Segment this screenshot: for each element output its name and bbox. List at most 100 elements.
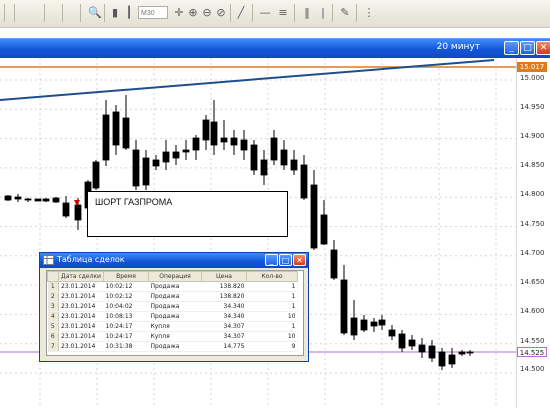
crosshair-icon[interactable]: ✛ <box>172 6 186 20</box>
trades-maximize-button[interactable]: □ <box>279 254 292 266</box>
trend-line <box>0 59 495 101</box>
toolbar: 🔍 ▮ ┃ M30 ✛ ⊕ ⊖ ⊘ ╱ — ≡ ‖ | ✎ ⋮ <box>0 0 550 28</box>
table-row[interactable]: 5 23.01.2014 10:24:17 Купля 34.307 1 <box>47 321 298 332</box>
table-cell-n: 5 <box>47 321 59 332</box>
table-cell-price: 138.820 <box>201 281 247 292</box>
price-label: 14.950 <box>520 103 545 111</box>
candle-body <box>270 137 278 161</box>
candle-body <box>34 198 42 202</box>
table-cell-date: 23.01.2014 <box>58 321 104 332</box>
candle-body <box>192 137 200 151</box>
toolbar-separator <box>252 4 253 22</box>
bar-chart-icon[interactable]: ▮ <box>108 6 122 20</box>
table-cell-date: 23.01.2014 <box>58 341 104 352</box>
table-row[interactable]: 2 23.01.2014 10:02:12 Продажа 138.820 1 <box>47 291 298 302</box>
current-price-badge: 14.525 <box>517 347 547 357</box>
candle-body <box>4 195 12 201</box>
annotation-box[interactable]: ШОРТ ГАЗПРОМА <box>87 191 288 237</box>
zoom-select[interactable]: M30 <box>138 6 168 19</box>
candle-body <box>398 333 406 349</box>
toolbar-separator <box>62 4 63 22</box>
table-row[interactable]: 6 23.01.2014 10:24:17 Купля 34.307 10 <box>47 331 298 342</box>
candle-body <box>240 139 248 151</box>
column-header[interactable] <box>47 271 59 282</box>
candle-body <box>182 149 190 153</box>
zoom-in-icon[interactable]: ⊕ <box>186 6 200 20</box>
column-header[interactable]: Время <box>103 271 149 282</box>
table-cell-qty: 9 <box>246 341 298 352</box>
draw-icon[interactable]: ✎ <box>338 6 352 20</box>
candle-body <box>330 249 338 279</box>
table-row[interactable]: 4 23.01.2014 10:08:13 Продажа 34.340 10 <box>47 311 298 322</box>
close-button[interactable]: ✕ <box>536 41 550 55</box>
window-title: 20 минут <box>436 42 480 52</box>
candle-body <box>112 111 120 146</box>
table-cell-n: 2 <box>47 291 59 302</box>
trades-close-button[interactable]: ✕ <box>293 254 306 266</box>
candle-body <box>438 351 446 367</box>
table-cell-op: Продажа <box>148 301 202 312</box>
table-row[interactable]: 3 23.01.2014 10:04:02 Продажа 34.340 1 <box>47 301 298 312</box>
candle-body <box>42 198 50 202</box>
search-icon[interactable]: 🔍 <box>88 6 102 20</box>
table-row[interactable]: 1 23.01.2014 10:02:12 Продажа 138.820 1 <box>47 281 298 292</box>
trades-window-titlebar[interactable]: Таблица сделок _ □ ✕ <box>40 253 308 268</box>
horizontal-line-icon[interactable]: — <box>258 6 272 20</box>
column-header[interactable]: Дата сделки <box>58 271 104 282</box>
table-cell-time: 10:08:13 <box>103 311 149 322</box>
table-cell-time: 10:02:12 <box>103 281 149 292</box>
candle-body <box>320 214 328 245</box>
price-label: 14.900 <box>520 132 545 140</box>
price-label: 15.000 <box>520 74 545 82</box>
table-cell-n: 3 <box>47 301 59 312</box>
column-header[interactable]: Кол-во <box>246 271 298 282</box>
trades-window[interactable]: Таблица сделок _ □ ✕ Дата сделки Время О… <box>39 252 309 362</box>
candle-body <box>202 119 210 141</box>
table-cell-date: 23.01.2014 <box>58 331 104 342</box>
table-cell-time: 10:24:17 <box>103 321 149 332</box>
candles-icon[interactable]: ┃ <box>122 6 136 20</box>
candle-body <box>220 137 228 143</box>
text-tool-icon[interactable]: ⋮ <box>362 6 376 20</box>
candle-body <box>340 279 348 334</box>
channel-icon[interactable]: ≡ <box>276 6 290 20</box>
candle-body <box>132 149 140 187</box>
trades-minimize-button[interactable]: _ <box>265 254 278 266</box>
line-tool-icon[interactable]: ╱ <box>234 6 248 20</box>
candle-body <box>428 345 436 359</box>
zoom-out-icon[interactable]: ⊖ <box>200 6 214 20</box>
table-row[interactable]: 7 23.01.2014 10:31:38 Продажа 14.775 9 <box>47 341 298 352</box>
candle-body <box>62 202 70 217</box>
vertical-line-icon[interactable]: | <box>316 6 330 20</box>
zoom-reset-icon[interactable]: ⊘ <box>214 6 228 20</box>
candle-body <box>360 319 368 331</box>
candle-body <box>122 117 130 149</box>
table-cell-qty: 1 <box>246 291 298 302</box>
candle-body <box>388 329 396 337</box>
table-cell-time: 10:24:17 <box>103 331 149 342</box>
maximize-button[interactable]: □ <box>520 41 535 55</box>
price-label: 14.750 <box>520 220 545 228</box>
table-cell-time: 10:31:38 <box>103 341 149 352</box>
fibonacci-icon[interactable]: ‖ <box>300 6 314 20</box>
candle-body <box>230 137 238 146</box>
minimize-button[interactable]: _ <box>504 41 519 55</box>
table-cell-price: 14.775 <box>201 341 247 352</box>
table-cell-time: 10:04:02 <box>103 301 149 312</box>
candle-body <box>24 198 32 201</box>
chart-window-titlebar[interactable]: 20 минут _ □ ✕ <box>0 38 550 58</box>
table-cell-n: 1 <box>47 281 59 292</box>
toolbar-separator <box>356 4 357 22</box>
table-cell-op: Купля <box>148 321 202 332</box>
candle-body <box>378 319 386 326</box>
candle-body <box>466 351 474 354</box>
candle-body <box>210 121 218 146</box>
candle-body <box>290 159 298 171</box>
trades-table-container[interactable]: Дата сделки Время Операция Цена Кол-во 1… <box>46 270 304 356</box>
candle-body <box>370 321 378 327</box>
table-cell-op: Продажа <box>148 291 202 302</box>
table-cell-op: Купля <box>148 331 202 342</box>
column-header[interactable]: Операция <box>148 271 202 282</box>
column-header[interactable]: Цена <box>201 271 247 282</box>
table-cell-qty: 1 <box>246 301 298 312</box>
